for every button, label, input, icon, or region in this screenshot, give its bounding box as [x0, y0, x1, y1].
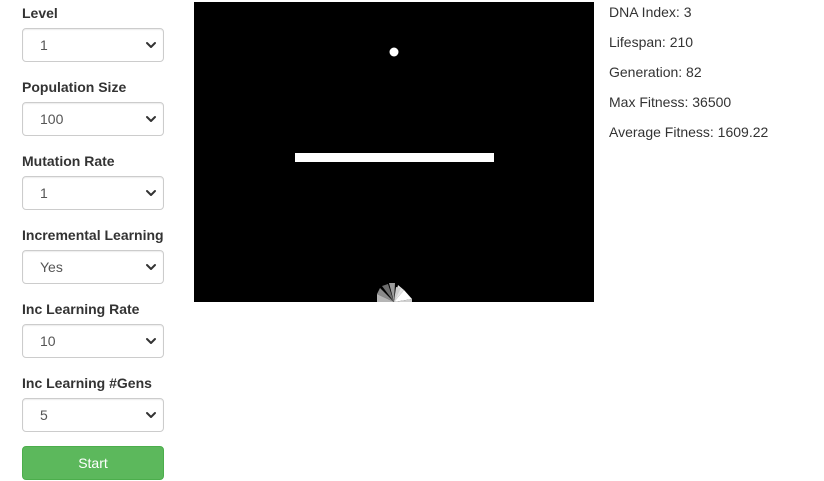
- incremental-learning-select[interactable]: Yes: [22, 250, 164, 284]
- level-label: Level: [22, 5, 58, 21]
- chevron-down-icon: [146, 412, 156, 418]
- level-field: Level 1: [22, 5, 164, 62]
- inc-learning-gens-label: Inc Learning #Gens: [22, 375, 152, 391]
- population-size-select-value: 100: [40, 111, 64, 127]
- level-select-value: 1: [40, 37, 48, 53]
- inc-learning-rate-field: Inc Learning Rate 10: [22, 301, 164, 358]
- simulation-scene: [295, 47, 494, 302]
- simulation-canvas: [194, 2, 594, 302]
- inc-learning-rate-select[interactable]: 10: [22, 324, 164, 358]
- population-size-field: Population Size 100: [22, 79, 164, 136]
- inc-learning-rate-label: Inc Learning Rate: [22, 301, 140, 317]
- start-button[interactable]: Start: [22, 446, 164, 480]
- app-root: Level 1 Population Size 100 Mutation Rat…: [0, 0, 824, 481]
- inc-learning-gens-select-value: 5: [40, 407, 48, 423]
- chevron-down-icon: [146, 338, 156, 344]
- incremental-learning-label: Incremental Learning: [22, 227, 164, 243]
- incremental-learning-field: Incremental Learning Yes: [22, 227, 164, 284]
- dna-index-stat: DNA Index: 3: [609, 4, 692, 20]
- mutation-rate-select[interactable]: 1: [22, 176, 164, 210]
- chevron-down-icon: [146, 116, 156, 122]
- lifespan-stat: Lifespan: 210: [609, 34, 694, 50]
- mutation-rate-field: Mutation Rate 1: [22, 153, 164, 210]
- incremental-learning-select-value: Yes: [40, 259, 63, 275]
- rocket-swarm: [377, 283, 412, 302]
- obstacle-bar: [295, 153, 494, 162]
- average-fitness-stat: Average Fitness: 1609.22: [609, 124, 769, 140]
- generation-stat: Generation: 82: [609, 64, 702, 80]
- target-dot: [389, 47, 399, 57]
- inc-learning-gens-select[interactable]: 5: [22, 398, 164, 432]
- max-fitness-stat: Max Fitness: 36500: [609, 94, 732, 110]
- chevron-down-icon: [146, 42, 156, 48]
- population-size-label: Population Size: [22, 79, 127, 95]
- inc-learning-rate-select-value: 10: [40, 333, 56, 349]
- chevron-down-icon: [146, 190, 156, 196]
- chevron-down-icon: [146, 264, 156, 270]
- mutation-rate-label: Mutation Rate: [22, 153, 115, 169]
- inc-learning-gens-field: Inc Learning #Gens 5: [22, 375, 164, 432]
- population-size-select[interactable]: 100: [22, 102, 164, 136]
- level-select[interactable]: 1: [22, 28, 164, 62]
- mutation-rate-select-value: 1: [40, 185, 48, 201]
